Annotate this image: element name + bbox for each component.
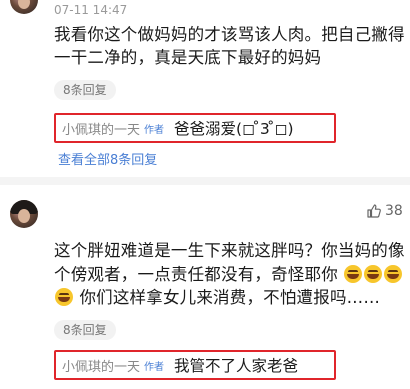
view-all-replies-link[interactable]: 查看全部8条回复	[58, 149, 157, 168]
comment-text-line: 我看你这个做妈妈的才该骂该人肉。把自己撇得	[54, 25, 405, 44]
laugh-cry-emoji-icon	[344, 265, 363, 283]
commenter-avatar[interactable]	[10, 0, 38, 14]
grin-emoji-icon	[384, 265, 403, 283]
laugh-cry-emoji-icon	[364, 265, 383, 283]
reply-username[interactable]: 小佩琪的一天	[62, 119, 140, 138]
like-count: 38	[385, 203, 403, 219]
comment-text-line: 你们这样拿女儿来消费，不怕遭报吗……	[54, 287, 380, 309]
comment-timestamp: 07-11 14:47	[54, 3, 128, 17]
reply-username[interactable]: 小佩琪的一天	[62, 356, 140, 375]
comment-text-line: 一干二净的，真是天底下最好的妈妈	[54, 48, 322, 67]
replies-count-button[interactable]: 8条回复	[54, 80, 116, 100]
like-button[interactable]: 38	[366, 203, 403, 219]
replies-count-button[interactable]: 8条回复	[54, 320, 116, 340]
comment-text-segment: 个傍观者，一点责任都没有，奇怪耶你	[54, 265, 338, 284]
comment-divider	[0, 177, 410, 185]
reply-text: 我管不了人家老爸	[174, 357, 299, 375]
commenter-avatar[interactable]	[10, 200, 38, 228]
thumb-up-icon	[367, 204, 381, 218]
author-reply-highlight: 小佩琪的一天 作者 我管不了人家老爸	[54, 350, 336, 380]
comment-text-line: 这个胖妞难道是一生下来就这胖吗？你当妈的像	[54, 241, 405, 260]
grin-emoji-icon	[55, 288, 73, 306]
comment-text-line: 个傍观者，一点责任都没有，奇怪耶你	[54, 264, 403, 286]
author-badge: 作者	[144, 124, 165, 136]
reply-text: 爸爸溺爱(◻ ̊3 ̊◻)	[174, 120, 294, 138]
author-badge: 作者	[144, 361, 165, 373]
author-reply-highlight: 小佩琪的一天 作者 爸爸溺爱(◻ ̊3 ̊◻)	[54, 113, 336, 143]
comment-text-segment: 你们这样拿女儿来消费，不怕遭报吗……	[79, 288, 381, 307]
